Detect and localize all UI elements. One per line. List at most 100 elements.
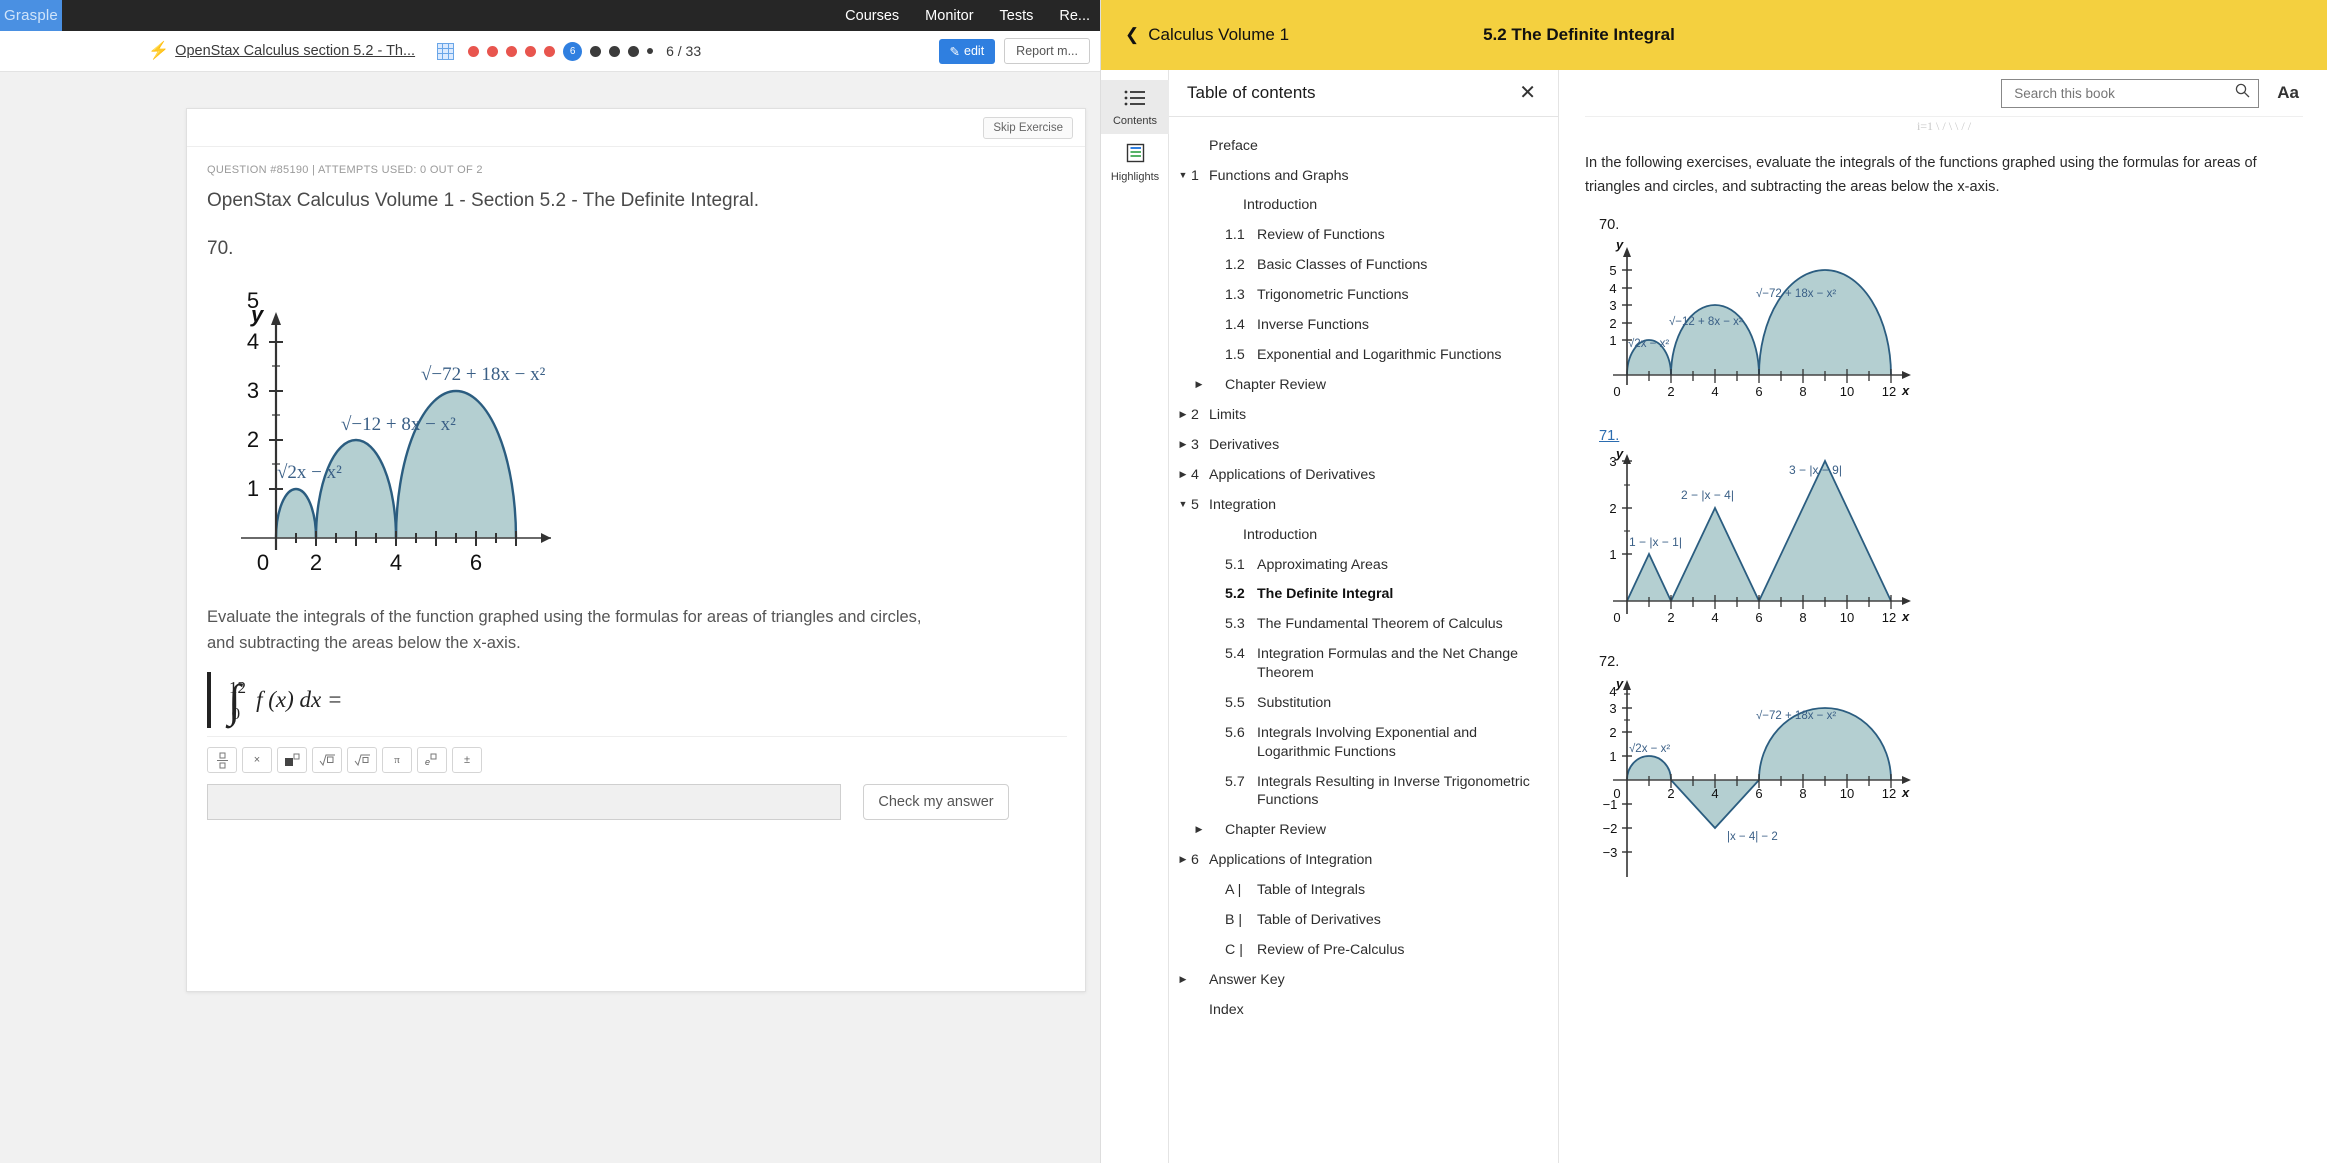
figure-71: y 1 2 3 0 2 4 6 8 10 12 x 1 − |x − 1| 2 … bbox=[1599, 446, 2303, 636]
grid-view-icon[interactable] bbox=[437, 42, 455, 60]
pi-button[interactable]: π bbox=[382, 747, 412, 774]
progress-dot[interactable] bbox=[525, 45, 537, 57]
close-icon[interactable]: ✕ bbox=[1519, 83, 1536, 103]
caret-right-icon[interactable]: ▶ bbox=[1191, 376, 1207, 391]
toc-item[interactable]: 5.7 Integrals Resulting in Inverse Trigon… bbox=[1169, 767, 1558, 816]
toc-item[interactable]: B | Table of Derivatives bbox=[1169, 905, 1558, 935]
caret-spacer bbox=[1175, 137, 1191, 140]
toc-item-number: 4 bbox=[1191, 466, 1199, 483]
progress-dot[interactable] bbox=[468, 45, 480, 57]
caret-right-icon[interactable]: ▶ bbox=[1175, 406, 1191, 421]
caret-down-icon[interactable]: ▼ bbox=[1175, 496, 1191, 511]
back-to-book-link[interactable]: ❮ Calculus Volume 1 bbox=[1125, 25, 1289, 45]
search-box[interactable] bbox=[2001, 78, 2260, 108]
nav-item-tests[interactable]: Tests bbox=[1000, 8, 1034, 24]
svg-text:√2x − x²: √2x − x² bbox=[277, 462, 342, 483]
frac-button[interactable] bbox=[207, 747, 237, 774]
toc-item[interactable]: 5.2 The Definite Integral bbox=[1169, 580, 1558, 610]
caret-down-icon[interactable]: ▼ bbox=[1175, 167, 1191, 182]
svg-text:2: 2 bbox=[1667, 610, 1674, 625]
svg-text:12: 12 bbox=[1882, 610, 1896, 625]
brand-logo[interactable]: Grasple bbox=[0, 0, 62, 31]
toc-item-label: Integration Formulas and the Net Change … bbox=[1257, 646, 1519, 681]
search-icon[interactable] bbox=[2235, 83, 2250, 103]
toc-item[interactable]: Introduction bbox=[1169, 520, 1558, 550]
toc-item-number: 2 bbox=[1191, 406, 1199, 423]
toc-item[interactable]: 1.2 Basic Classes of Functions bbox=[1169, 251, 1558, 281]
caret-spacer bbox=[1209, 645, 1225, 648]
power-button[interactable] bbox=[277, 747, 307, 774]
toc-item-number: 5.3 bbox=[1225, 616, 1245, 633]
exp-button[interactable]: e bbox=[417, 747, 447, 774]
toc-item[interactable]: 5.6 Integrals Involving Exponential and L… bbox=[1169, 718, 1558, 767]
answer-input[interactable] bbox=[207, 784, 841, 821]
exercise-doc-link[interactable]: OpenStax Calculus section 5.2 - Th... bbox=[175, 43, 415, 59]
rail-item-highlights[interactable]: Highlights bbox=[1101, 134, 1169, 190]
toc-item[interactable]: Preface bbox=[1169, 131, 1558, 161]
toc-item[interactable]: Introduction bbox=[1169, 191, 1558, 221]
search-input[interactable] bbox=[2012, 84, 2236, 102]
progress-dot[interactable] bbox=[609, 45, 621, 57]
toc-item[interactable]: ▶ Chapter Review bbox=[1169, 370, 1558, 400]
toc-item[interactable]: 1.4 Inverse Functions bbox=[1169, 311, 1558, 341]
toc-item-label: Table of Integrals bbox=[1257, 882, 1366, 898]
caret-right-icon[interactable]: ▶ bbox=[1191, 821, 1207, 836]
toc-item[interactable]: ▼ 1 Functions and Graphs bbox=[1169, 161, 1558, 191]
edit-button[interactable]: ✎ edit bbox=[938, 38, 996, 64]
toc-item[interactable]: ▶ 3 Derivatives bbox=[1169, 430, 1558, 460]
caret-spacer bbox=[1209, 556, 1225, 559]
caret-right-icon[interactable]: ▶ bbox=[1175, 436, 1191, 451]
skip-exercise-button[interactable]: Skip Exercise bbox=[983, 117, 1073, 139]
toc-item[interactable]: ▶ Answer Key bbox=[1169, 965, 1558, 995]
toc-item[interactable]: ▶ 4 Applications of Derivatives bbox=[1169, 460, 1558, 490]
toc-item[interactable]: 1.1 Review of Functions bbox=[1169, 221, 1558, 251]
toc-item[interactable]: ▶ Chapter Review bbox=[1169, 816, 1558, 846]
progress-dot[interactable] bbox=[487, 45, 499, 57]
report-mistake-button[interactable]: Report m... bbox=[1004, 38, 1090, 64]
nav-item-courses[interactable]: Courses bbox=[845, 8, 899, 24]
toc-item[interactable]: ▼ 5 Integration bbox=[1169, 490, 1558, 520]
toc-item[interactable]: 5.5 Substitution bbox=[1169, 688, 1558, 718]
toc-item-number: 1.4 bbox=[1225, 317, 1245, 334]
svg-text:12: 12 bbox=[1882, 384, 1896, 399]
progress-dot[interactable] bbox=[506, 45, 518, 57]
toc-item-label: Review of Pre-Calculus bbox=[1257, 941, 1405, 958]
toc-item[interactable]: Index bbox=[1169, 995, 1558, 1025]
progress-dot[interactable] bbox=[628, 45, 640, 57]
caret-right-icon[interactable]: ▶ bbox=[1175, 851, 1191, 866]
nav-item-reports[interactable]: Re... bbox=[1059, 8, 1090, 24]
toc-item[interactable]: 5.1 Approximating Areas bbox=[1169, 550, 1558, 580]
svg-text:2: 2 bbox=[247, 427, 259, 452]
sqrt-button[interactable] bbox=[312, 747, 342, 774]
times-button[interactable]: × bbox=[242, 747, 272, 774]
caret-spacer bbox=[1209, 585, 1225, 588]
caret-spacer bbox=[1209, 286, 1225, 289]
caret-spacer bbox=[1209, 911, 1225, 914]
toc-item[interactable]: ▶ 2 Limits bbox=[1169, 400, 1558, 430]
toc-item-label: Integrals Resulting in Inverse Trigonome… bbox=[1257, 773, 1530, 809]
progress-dot[interactable] bbox=[544, 45, 556, 57]
plusminus-button[interactable]: ± bbox=[452, 747, 482, 774]
caret-right-icon[interactable]: ▶ bbox=[1175, 466, 1191, 481]
toc-item[interactable]: A | Table of Integrals bbox=[1169, 875, 1558, 905]
progress-dot[interactable] bbox=[590, 45, 602, 57]
figure-70: y 1 2 3 4 5 0 2 4 6 8 10 12 x √2x − x² √… bbox=[1599, 235, 2303, 410]
toc-item[interactable]: 1.5 Exponential and Logarithmic Functions bbox=[1169, 340, 1558, 370]
toc-item[interactable]: ▶ 6 Applications of Integration bbox=[1169, 845, 1558, 875]
font-size-button[interactable]: Aa bbox=[2277, 83, 2303, 103]
caret-right-icon[interactable]: ▶ bbox=[1175, 971, 1191, 986]
toc-item[interactable]: 5.3 The Fundamental Theorem of Calculus bbox=[1169, 610, 1558, 640]
rail-item-contents[interactable]: Contents bbox=[1101, 80, 1169, 134]
nthroot-button[interactable] bbox=[347, 747, 377, 774]
check-answer-button[interactable]: Check my answer bbox=[863, 784, 1009, 821]
toc-item[interactable]: 1.3 Trigonometric Functions bbox=[1169, 281, 1558, 311]
toc-item[interactable]: C | Review of Pre-Calculus bbox=[1169, 935, 1558, 965]
toc-item-label: Introduction bbox=[1243, 526, 1318, 543]
question-prompt: Evaluate the integrals of the function g… bbox=[207, 605, 1057, 656]
progress-dot-current[interactable]: 6 bbox=[563, 41, 583, 61]
toc-item-label: Approximating Areas bbox=[1257, 556, 1388, 573]
exercise-number-71[interactable]: 71. bbox=[1599, 428, 2303, 444]
progress-dot[interactable] bbox=[647, 48, 654, 54]
toc-item[interactable]: 5.4 Integration Formulas and the Net Chan… bbox=[1169, 640, 1558, 689]
nav-item-monitor[interactable]: Monitor bbox=[925, 8, 973, 24]
